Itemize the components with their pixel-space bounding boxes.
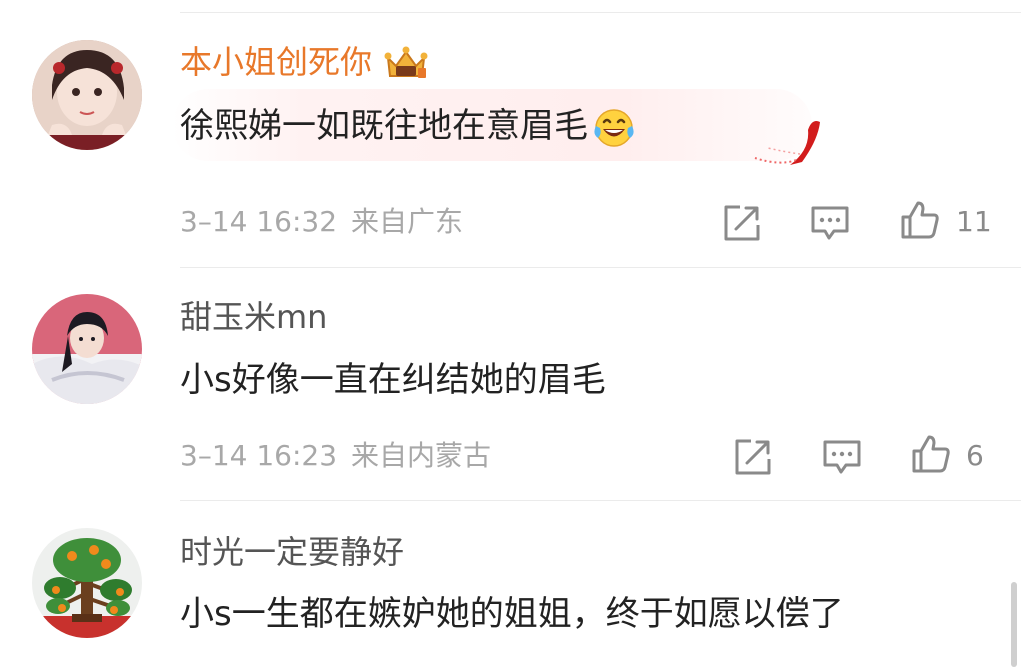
scrollbar[interactable] [1011,582,1017,667]
like-icon[interactable] [900,200,940,240]
comment-text: 小s一生都在嫉妒她的姐姐，终于如愿以偿了 [180,594,844,634]
comment-meta: 3–14 16:32 来自广东 [180,204,477,240]
laughing-tears-emoji [594,108,634,147]
username[interactable]: 甜玉米mn [180,297,327,337]
username[interactable]: 时光一定要静好 [180,532,404,572]
comment-location: 来自广东 [351,205,464,238]
comment-time: 3–14 16:23 [180,439,338,472]
comment-list: 本小姐创死你 徐熙娣一如既往地在意眉毛 3–14 16:32 来自广东 11 甜… [0,0,1021,667]
avatar[interactable] [32,40,142,150]
divider [180,12,1021,13]
brush-decoration-icon [754,121,820,165]
comment-icon[interactable] [822,437,862,477]
like-count: 6 [966,439,984,472]
share-icon[interactable] [733,437,773,477]
comment-meta: 3–14 16:23 来自内蒙古 [180,438,505,474]
comment-time: 3–14 16:32 [180,205,338,238]
username[interactable]: 本小姐创死你 [180,42,430,84]
like-count: 11 [956,205,992,238]
comment-text: 小s好像一直在纠结她的眉毛 [180,360,606,400]
comment-text: 徐熙娣一如既往地在意眉毛 [180,104,636,150]
comment-icon[interactable] [810,203,850,243]
comment-location: 来自内蒙古 [351,439,492,472]
share-icon[interactable] [722,203,762,243]
divider [180,500,1021,501]
avatar[interactable] [32,528,142,638]
like-icon[interactable] [911,434,951,474]
vip-crown-icon [384,46,428,78]
avatar[interactable] [32,294,142,404]
divider [180,267,1021,268]
